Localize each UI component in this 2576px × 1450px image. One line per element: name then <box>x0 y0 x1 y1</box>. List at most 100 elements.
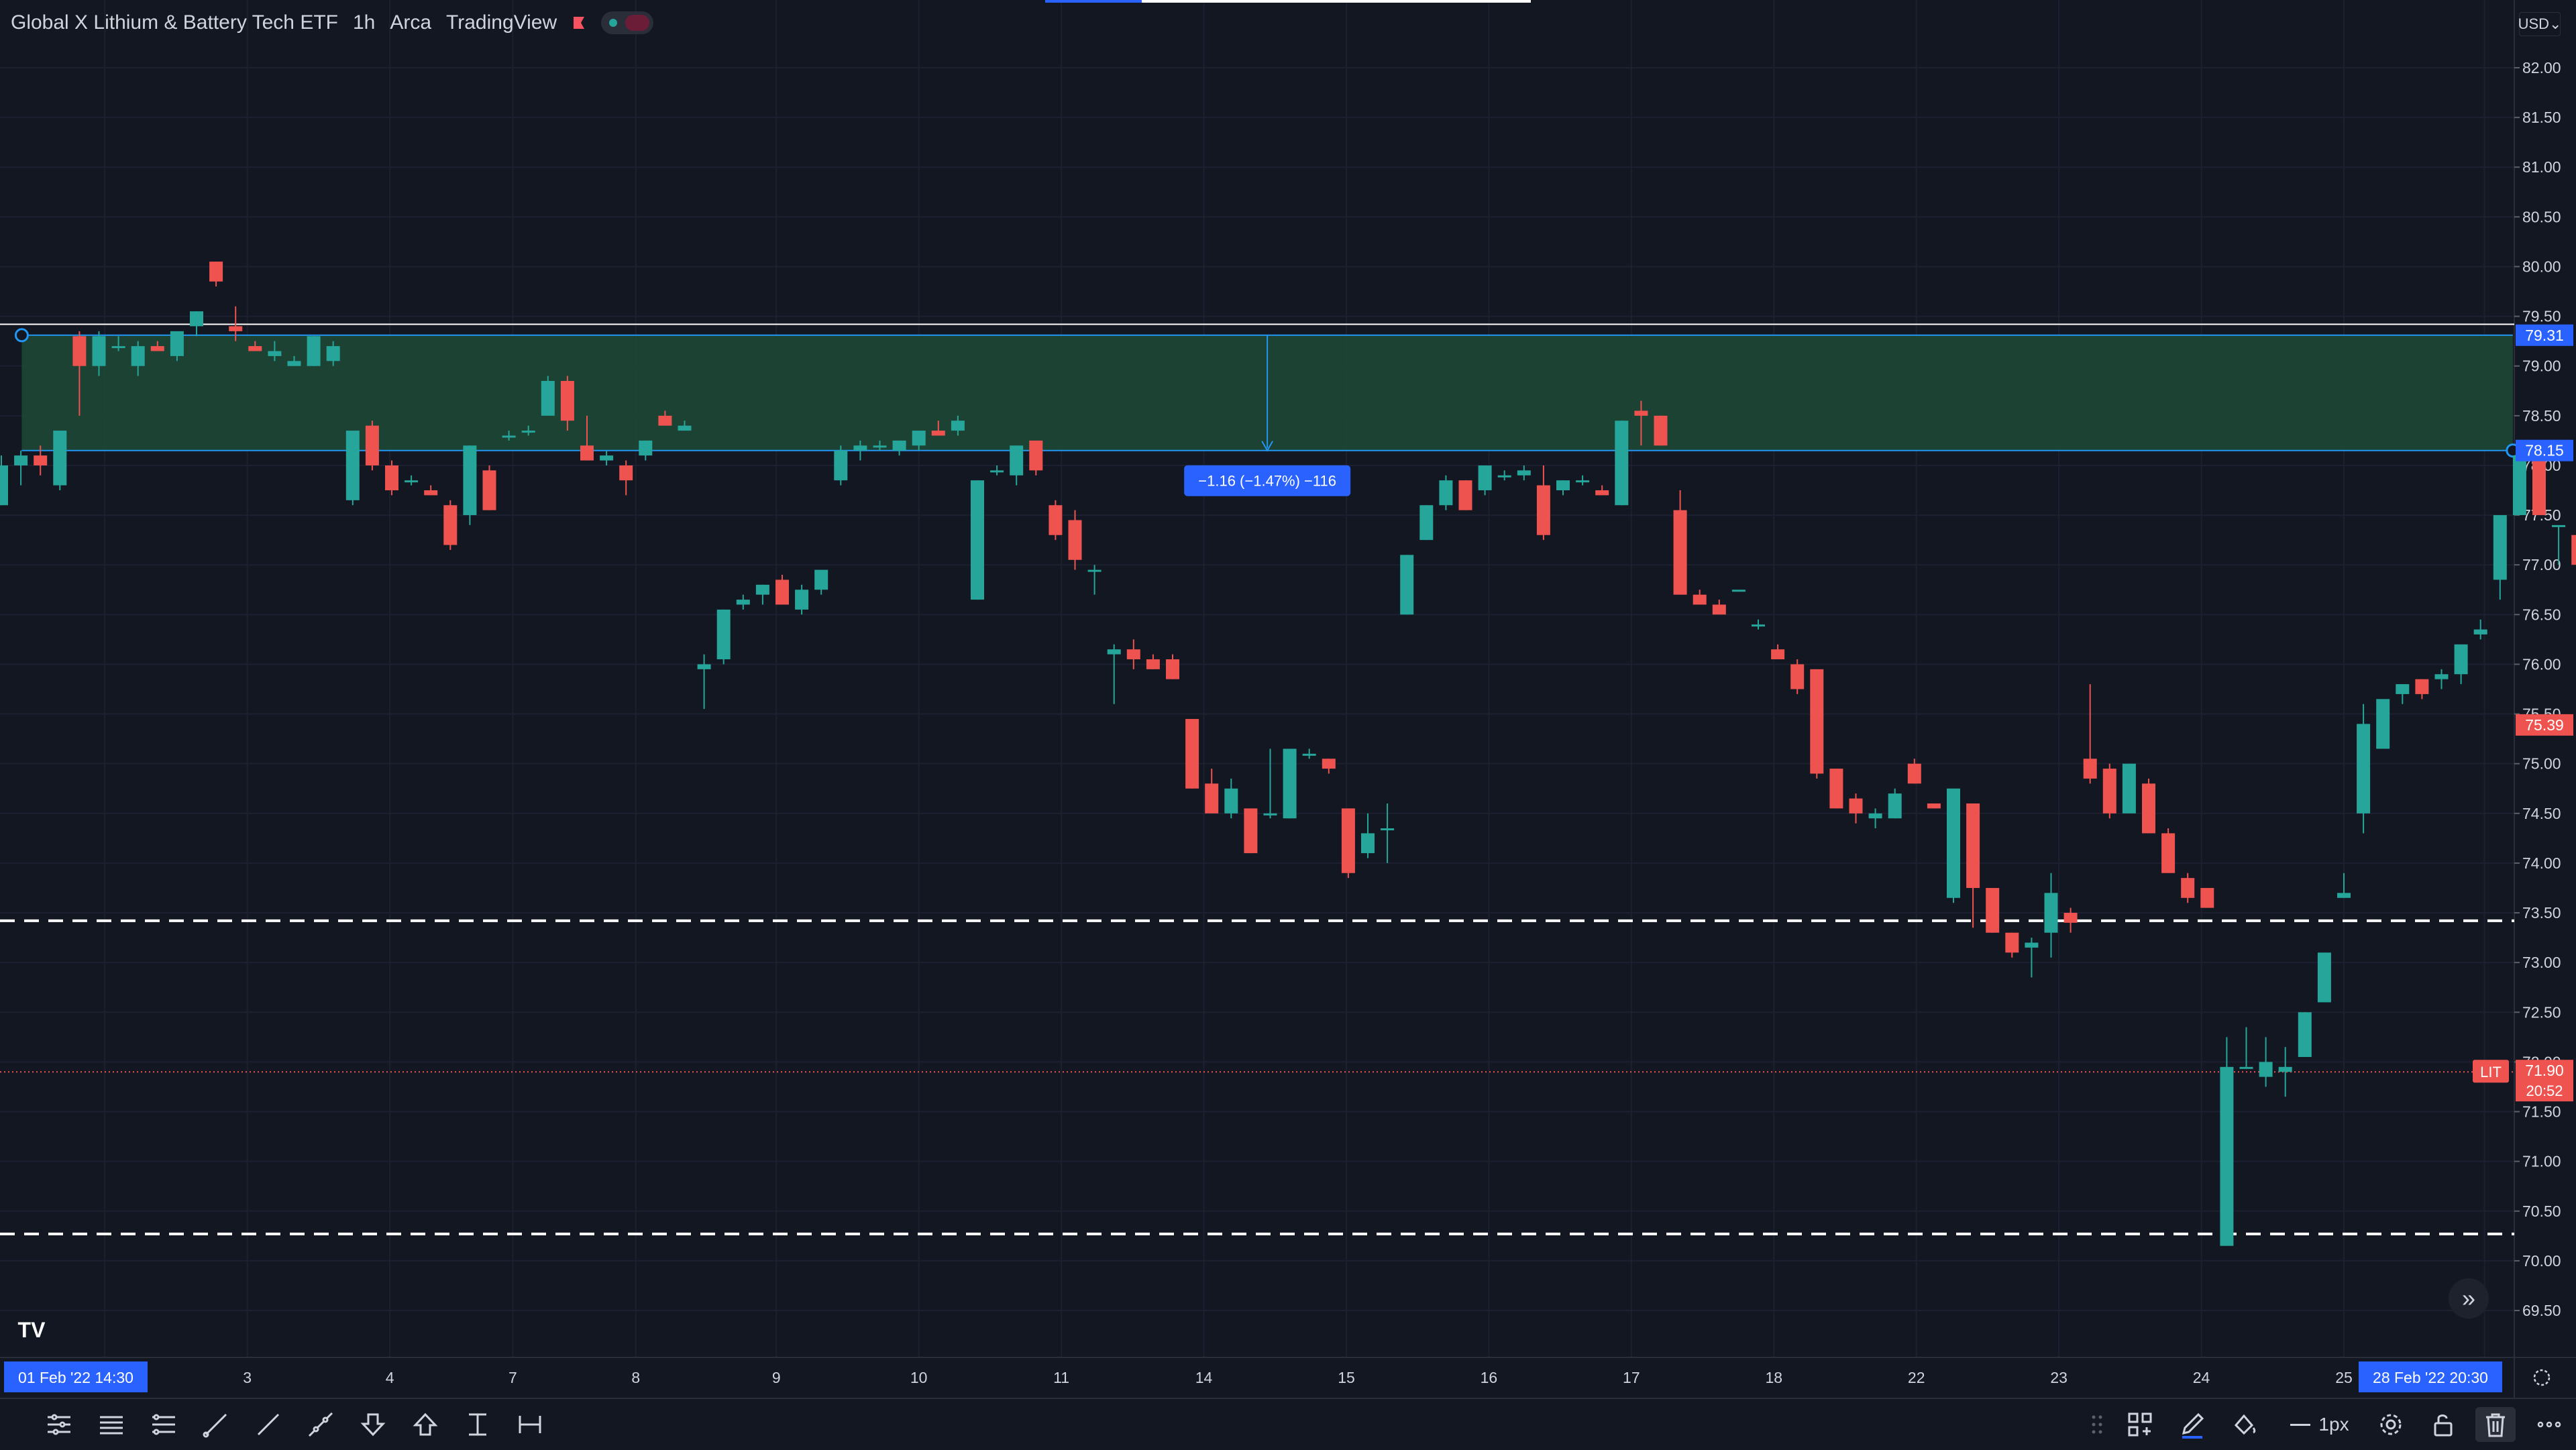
candle-up <box>990 470 1004 473</box>
lock-button[interactable] <box>2423 1407 2463 1442</box>
price-range-icon <box>469 1413 486 1436</box>
arrow-down-icon <box>360 1413 386 1437</box>
tool-date-range-button[interactable] <box>510 1407 550 1442</box>
candle-up <box>2396 684 2410 694</box>
tool-price-range-button[interactable] <box>458 1407 498 1442</box>
time-axis-label: 15 <box>1338 1369 1355 1386</box>
price-axis-label: 80.50 <box>2522 208 2561 225</box>
candle-up <box>795 590 809 610</box>
candle-up <box>1419 505 1434 541</box>
candle-up <box>600 455 614 461</box>
time-badge-start-text: 01 Feb '22 14:30 <box>18 1369 133 1386</box>
tool-indicators-button[interactable] <box>39 1407 79 1442</box>
candle-up <box>912 431 926 446</box>
candle-down <box>424 490 438 496</box>
range-handle-start[interactable] <box>14 328 29 343</box>
favorites-button[interactable] <box>2120 1407 2160 1442</box>
tool-lines-button[interactable] <box>91 1407 131 1442</box>
candle-down <box>1536 485 1550 535</box>
tool-extended-line-button[interactable] <box>301 1407 341 1442</box>
candle-down <box>2415 679 2429 694</box>
candle-down <box>2571 535 2576 565</box>
candle-up <box>190 311 203 327</box>
candle-up <box>1556 480 1570 491</box>
candle-up <box>951 421 965 431</box>
candle-up <box>502 435 516 438</box>
axis-settings-icon[interactable] <box>2533 1369 2551 1386</box>
price-axis-label: 71.50 <box>2522 1103 2561 1121</box>
price-axis-label: 70.00 <box>2522 1252 2561 1270</box>
chart-canvas[interactable]: 82.00 81.50 81.00 80.50 80.00 79.50 79.00 78.50… <box>0 0 2576 1449</box>
badge-last-price-text: 71.90 <box>2525 1062 2564 1079</box>
tool-trend-line-button[interactable] <box>196 1407 236 1442</box>
tool-arrow-down-button[interactable] <box>353 1407 393 1442</box>
candle-up <box>170 331 184 356</box>
tool-arrow-up-button[interactable] <box>405 1407 445 1442</box>
candle-up <box>2220 1066 2234 1246</box>
candle-down <box>365 425 379 465</box>
candle-down <box>1126 649 1140 660</box>
candle-up <box>1107 649 1121 655</box>
symbol-name[interactable]: Global X Lithium & Battery Tech ETF <box>11 11 338 34</box>
exchange-label: Arca <box>390 11 432 34</box>
source-label: TradingView <box>446 11 557 34</box>
candle-up <box>2317 952 2331 1003</box>
interval-label[interactable]: 1h <box>353 11 375 34</box>
candle-up <box>2357 724 2371 814</box>
flag-icon[interactable] <box>572 15 586 30</box>
price-axis-label: 79.50 <box>2522 308 2561 325</box>
currency-button[interactable]: USD ⌄ <box>2518 12 2561 36</box>
sliders-icon <box>48 1414 70 1435</box>
tool-ray-button[interactable] <box>248 1407 288 1442</box>
measure-label-text: −1.16 (−1.47%) −116 <box>1198 473 1336 490</box>
badge-range-top-text: 79.31 <box>2525 327 2564 344</box>
toolbar-drag-handle[interactable] <box>2077 1407 2117 1442</box>
line-width-button[interactable]: 1px <box>2286 1407 2353 1442</box>
trend-line-icon <box>203 1413 227 1438</box>
price-axis-label: 77.00 <box>2522 556 2561 573</box>
tool-channels-button[interactable] <box>144 1407 184 1442</box>
candle-down <box>1205 783 1219 814</box>
candle-down <box>619 465 633 481</box>
price-axis-label: 73.00 <box>2522 954 2561 971</box>
scroll-to-realtime-button[interactable]: » <box>2449 1278 2489 1319</box>
time-axis-label: 11 <box>1053 1369 1069 1386</box>
candle-up <box>268 351 282 356</box>
brush-tool-button[interactable] <box>2172 1407 2212 1442</box>
candle-down <box>775 579 789 605</box>
paint-bucket-icon <box>2234 1414 2256 1435</box>
candle-down <box>1029 440 1043 471</box>
candle-down <box>1244 808 1258 854</box>
candle-up <box>1868 813 1882 819</box>
symbol-legend[interactable]: Global X Lithium & Battery Tech ETF 1h A… <box>11 9 654 36</box>
settings-button[interactable] <box>2371 1407 2411 1442</box>
time-axis-label: 9 <box>772 1369 781 1386</box>
candle-up <box>1517 470 1531 476</box>
candle-up <box>873 445 887 448</box>
candle-up <box>1615 421 1629 506</box>
candle-up <box>2434 674 2449 679</box>
candle-down <box>1634 410 1648 416</box>
gear-icon <box>2380 1414 2402 1435</box>
delete-button[interactable] <box>2475 1407 2516 1442</box>
candle-up <box>716 609 731 660</box>
more-button[interactable] <box>2529 1407 2569 1442</box>
candle-down <box>1986 887 2000 933</box>
candle-up <box>1283 748 1297 819</box>
price-axis-label: 72.50 <box>2522 1003 2561 1021</box>
candle-down <box>1790 664 1805 689</box>
candle-down <box>229 326 243 331</box>
symbol-badge-text: LIT <box>2480 1064 2502 1080</box>
candle-up <box>736 600 750 605</box>
fill-color-button[interactable] <box>2224 1407 2265 1442</box>
candle-down <box>1654 415 1668 446</box>
date-range-icon <box>519 1416 541 1433</box>
price-axis-label: 75.00 <box>2522 755 2561 773</box>
price-axis-label: 71.00 <box>2522 1153 2561 1170</box>
time-badge-end-text: 28 Feb '22 20:30 <box>2373 1369 2488 1386</box>
price-axis-label: 76.00 <box>2522 655 2561 673</box>
more-dots-icon <box>2537 1421 2561 1428</box>
price-axis-label: 73.50 <box>2522 904 2561 922</box>
market-status-toggle[interactable] <box>601 11 654 34</box>
tradingview-logo[interactable]: TV <box>12 1313 51 1347</box>
